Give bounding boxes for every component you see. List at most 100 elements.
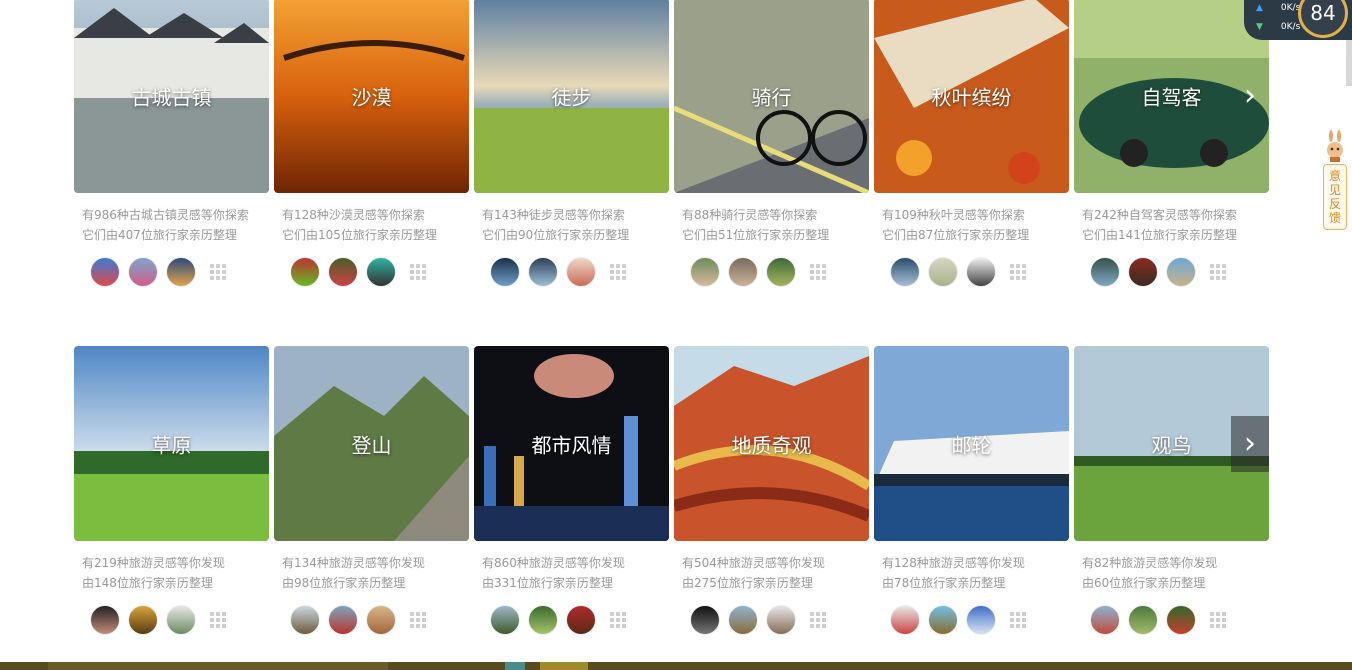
avatar[interactable] <box>528 605 558 635</box>
category-card[interactable]: 邮轮 有128种旅游灵感等你发现 由78位旅行家亲历整理 <box>874 346 1069 635</box>
avatar[interactable] <box>1128 257 1158 287</box>
category-image[interactable]: 徒步 <box>474 0 669 193</box>
category-title: 登山 <box>351 433 392 457</box>
avatar[interactable] <box>690 605 720 635</box>
category-card[interactable]: 徒步 有143种徒步灵感等你探索 它们由90位旅行家亲历整理 <box>474 0 669 287</box>
avatar[interactable] <box>166 605 196 635</box>
category-image[interactable]: 自驾客 › <box>1074 0 1269 193</box>
category-image[interactable]: 邮轮 <box>874 346 1069 541</box>
taskbar-item[interactable] <box>540 662 588 670</box>
avatar[interactable] <box>966 605 996 635</box>
category-meta: 有219种旅游灵感等你发现 由148位旅行家亲历整理 <box>74 553 269 593</box>
traveler-count: 它们由407位旅行家亲历整理 <box>82 228 237 242</box>
feedback-button[interactable]: 意见反馈 <box>1323 164 1347 230</box>
grid-icon[interactable] <box>210 264 226 280</box>
category-image[interactable]: 秋叶缤纷 <box>874 0 1069 193</box>
category-card[interactable]: 骑行 有88种骑行灵感等你探索 它们由51位旅行家亲历整理 <box>674 0 869 287</box>
category-image[interactable]: 都市风情 <box>474 346 669 541</box>
avatar-list <box>1074 605 1269 635</box>
avatar[interactable] <box>766 605 796 635</box>
category-card[interactable]: 地质奇观 有504种旅游灵感等你发现 由275位旅行家亲历整理 <box>674 346 869 635</box>
avatar[interactable] <box>128 605 158 635</box>
avatar[interactable] <box>566 605 596 635</box>
category-image[interactable]: 观鸟 › <box>1074 346 1269 541</box>
avatar[interactable] <box>166 257 196 287</box>
avatar[interactable] <box>1090 257 1120 287</box>
traveler-count: 由98位旅行家亲历整理 <box>282 576 406 590</box>
avatar[interactable] <box>490 605 520 635</box>
avatar[interactable] <box>1090 605 1120 635</box>
avatar[interactable] <box>1166 605 1196 635</box>
avatar[interactable] <box>766 257 796 287</box>
avatar[interactable] <box>128 257 158 287</box>
grid-icon[interactable] <box>410 612 426 628</box>
avatar[interactable] <box>528 257 558 287</box>
avatar[interactable] <box>90 605 120 635</box>
avatar[interactable] <box>1128 605 1158 635</box>
avatar[interactable] <box>328 605 358 635</box>
category-image[interactable]: 地质奇观 <box>674 346 869 541</box>
category-image[interactable]: 古城古镇 <box>74 0 269 193</box>
grid-icon[interactable] <box>1210 612 1226 628</box>
category-image[interactable]: 登山 <box>274 346 469 541</box>
avatar-list <box>274 605 469 635</box>
grid-icon[interactable] <box>1010 264 1026 280</box>
avatar[interactable] <box>728 257 758 287</box>
grid-icon[interactable] <box>810 612 826 628</box>
taskbar-item[interactable] <box>505 662 525 670</box>
category-card[interactable]: 都市风情 有860种旅游灵感等你发现 由331位旅行家亲历整理 <box>474 346 669 635</box>
category-card[interactable]: 观鸟 › 有82种旅游灵感等你发现 由60位旅行家亲历整理 <box>1074 346 1269 635</box>
grid-icon[interactable] <box>410 264 426 280</box>
avatar[interactable] <box>328 257 358 287</box>
category-card[interactable]: 自驾客 › 有242种自驾客灵感等你探索 它们由141位旅行家亲历整理 <box>1074 0 1269 287</box>
avatar[interactable] <box>890 605 920 635</box>
avatar[interactable] <box>1166 257 1196 287</box>
grid-icon[interactable] <box>1010 612 1026 628</box>
cpu-gauge: 84 <box>1298 0 1348 38</box>
avatar[interactable] <box>290 257 320 287</box>
avatar[interactable] <box>966 257 996 287</box>
grid-icon[interactable] <box>610 612 626 628</box>
rabbit-icon <box>1327 130 1343 162</box>
category-card[interactable]: 古城古镇 有986种古城古镇灵感等你探索 它们由407位旅行家亲历整理 <box>74 0 269 287</box>
avatar[interactable] <box>366 257 396 287</box>
category-card[interactable]: 秋叶缤纷 有109种秋叶灵感等你探索 它们由87位旅行家亲历整理 <box>874 0 1069 287</box>
avatar[interactable] <box>928 605 958 635</box>
chevron-right-icon[interactable]: › <box>1231 415 1269 472</box>
category-meta: 有109种秋叶灵感等你探索 它们由87位旅行家亲历整理 <box>874 205 1069 245</box>
category-card[interactable]: 登山 有134种旅游灵感等你发现 由98位旅行家亲历整理 <box>274 346 469 635</box>
grid-icon[interactable] <box>1210 264 1226 280</box>
category-image[interactable]: 骑行 <box>674 0 869 193</box>
avatar[interactable] <box>366 605 396 635</box>
category-title: 都市风情 <box>531 433 612 457</box>
avatar[interactable] <box>690 257 720 287</box>
category-card[interactable]: 沙漠 有128种沙漠灵感等你探索 它们由105位旅行家亲历整理 <box>274 0 469 287</box>
traveler-count: 由331位旅行家亲历整理 <box>482 576 613 590</box>
chevron-right-icon[interactable]: › <box>1231 68 1269 124</box>
inspiration-count: 有128种沙漠灵感等你探索 <box>282 208 425 222</box>
taskbar-item[interactable] <box>48 662 388 670</box>
network-speed-widget[interactable]: ▲ 0K/s ▼ 0K/s 84 <box>1244 0 1352 40</box>
avatar-list <box>474 605 669 635</box>
avatar[interactable] <box>566 257 596 287</box>
category-card[interactable]: 草原 有219种旅游灵感等你发现 由148位旅行家亲历整理 <box>74 346 269 635</box>
grid-icon[interactable] <box>610 264 626 280</box>
grid-icon[interactable] <box>210 612 226 628</box>
category-meta: 有143种徒步灵感等你探索 它们由90位旅行家亲历整理 <box>474 205 669 245</box>
avatar[interactable] <box>890 257 920 287</box>
category-image[interactable]: 草原 <box>74 346 269 541</box>
category-meta: 有986种古城古镇灵感等你探索 它们由407位旅行家亲历整理 <box>74 205 269 245</box>
category-image[interactable]: 沙漠 <box>274 0 469 193</box>
avatar[interactable] <box>490 257 520 287</box>
category-meta: 有860种旅游灵感等你发现 由331位旅行家亲历整理 <box>474 553 669 593</box>
category-title: 骑行 <box>751 85 792 109</box>
avatar[interactable] <box>728 605 758 635</box>
avatar[interactable] <box>290 605 320 635</box>
grid-icon[interactable] <box>810 264 826 280</box>
avatar[interactable] <box>90 257 120 287</box>
category-meta: 有134种旅游灵感等你发现 由98位旅行家亲历整理 <box>274 553 469 593</box>
avatar[interactable] <box>928 257 958 287</box>
avatar-list <box>874 257 1069 287</box>
feedback-widget[interactable]: 意见反馈 <box>1322 130 1348 230</box>
avatar-list <box>874 605 1069 635</box>
